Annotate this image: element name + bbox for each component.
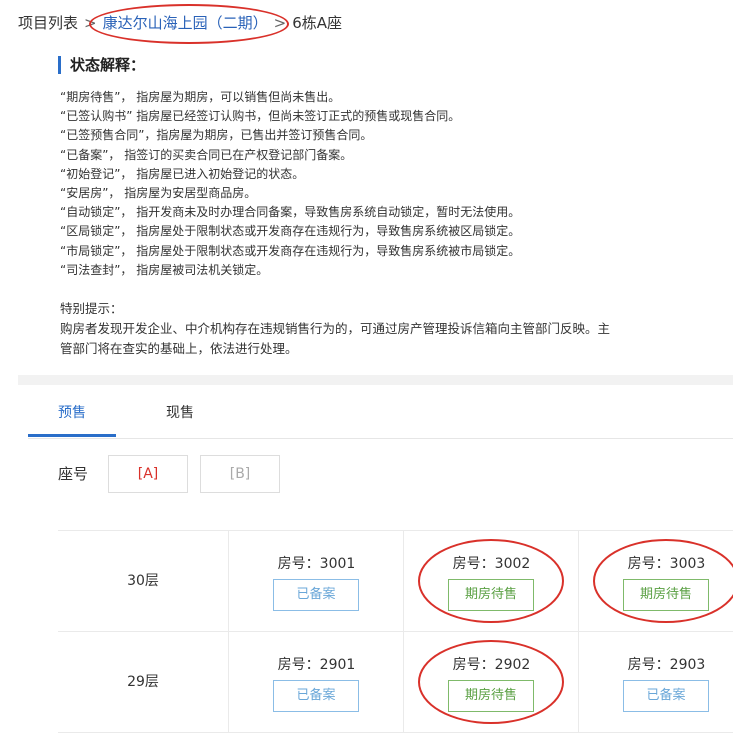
breadcrumb-separator: >	[273, 14, 287, 32]
tab-presale[interactable]: 预售	[58, 402, 86, 422]
unit-cell: 房号：2901 已备案	[228, 632, 404, 732]
unit-cell: 房号：2902 期房待售	[403, 632, 579, 732]
breadcrumb-separator: >	[84, 14, 97, 32]
unit-number: 房号：3003	[627, 556, 706, 572]
unit-number: 房号：2902	[452, 657, 531, 673]
floor-row: 29层 房号：2901 已备案 房号：2902 期房待售 房号：2903 已备案	[58, 632, 733, 733]
seat-b-button[interactable]: [B]	[200, 455, 280, 493]
floor-row: 30层 房号：3001 已备案 房号：3002 期房待售 房号：3003 期房待…	[58, 531, 733, 632]
legend-title: 状态解释：	[58, 56, 145, 74]
legend-item: “市局锁定”， 指房屋处于限制状态或开发商存在违规行为，导致售房系统被市局锁定。	[60, 243, 521, 258]
unit-cell: 房号：2903 已备案	[578, 632, 733, 732]
breadcrumb: 项目列表 > 康达尔山海上园（二期） >6栋A座	[18, 4, 342, 44]
unit-status-button[interactable]: 期房待售	[448, 680, 534, 712]
active-tab-indicator	[28, 434, 116, 437]
seat-a-button[interactable]: [A]	[108, 455, 188, 493]
unit-number: 房号：3002	[452, 556, 531, 572]
notice-body: 购房者发现开发企业、中介机构存在违规销售行为的，可通过房产管理投诉信箱向主管部门…	[60, 321, 611, 356]
legend-item: “期房待售”， 指房屋为期房，可以销售但尚未售出。	[60, 90, 341, 104]
unit-status-button[interactable]: 已备案	[273, 680, 359, 712]
seat-label: 座号	[58, 465, 89, 483]
unit-grid: 30层 房号：3001 已备案 房号：3002 期房待售 房号：3003 期房待…	[58, 530, 733, 733]
unit-number: 房号：3001	[277, 556, 356, 572]
unit-cell: 房号：3002 期房待售	[403, 531, 579, 631]
legend-item: “已备案”， 指签订的买卖合同已在产权登记部门备案。	[60, 147, 353, 162]
breadcrumb-project-list-link[interactable]: 项目列表	[18, 14, 78, 32]
breadcrumb-project-link[interactable]: 康达尔山海上园（二期）	[88, 4, 289, 44]
tab-current-sale[interactable]: 现售	[166, 402, 194, 422]
unit-status-button[interactable]: 期房待售	[448, 579, 534, 611]
legend-item: “区局锁定”， 指房屋处于限制状态或开发商存在违规行为，导致售房系统被区局锁定。	[60, 224, 521, 239]
floor-label: 30层	[127, 573, 159, 589]
sale-type-tabs: 预售 现售	[28, 392, 733, 439]
notice-heading: 特别提示：	[60, 301, 123, 316]
section-divider	[18, 375, 733, 385]
floor-label: 29层	[127, 674, 159, 690]
legend-item: “已签预售合同”，指房屋为期房，已售出并签订预售合同。	[60, 128, 373, 143]
legend-item: “安居房”， 指房屋为安居型商品房。	[60, 186, 257, 201]
status-legend-list: “期房待售”， 指房屋为期房，可以销售但尚未售出。 “已签认购书” 指房屋已经签…	[60, 88, 520, 280]
unit-cell: 房号：3003 期房待售	[578, 531, 733, 631]
unit-number: 房号：2901	[277, 657, 356, 673]
unit-status-button[interactable]: 期房待售	[623, 579, 709, 611]
legend-item: “已签认购书” 指房屋已经签订认购书，但尚未签订正式的预售或现售合同。	[60, 109, 461, 124]
unit-cell: 房号：3001 已备案	[228, 531, 404, 631]
legend-item: “自动锁定”， 指开发商未及时办理合同备案，导致售房系统自动锁定，暂时无法使用。	[60, 205, 521, 220]
unit-status-button[interactable]: 已备案	[623, 680, 709, 712]
unit-number: 房号：2903	[627, 657, 706, 673]
breadcrumb-project-label: 康达尔山海上园（二期）	[102, 14, 268, 32]
legend-item: “司法查封”， 指房屋被司法机关锁定。	[60, 262, 269, 277]
legend-item: “初始登记”， 指房屋已进入初始登记的状态。	[60, 166, 305, 181]
unit-status-button[interactable]: 已备案	[273, 579, 359, 611]
breadcrumb-building: 6栋A座	[292, 14, 342, 32]
special-notice: 特别提示： 购房者发现开发企业、中介机构存在违规销售行为的，可通过房产管理投诉信…	[60, 299, 620, 359]
